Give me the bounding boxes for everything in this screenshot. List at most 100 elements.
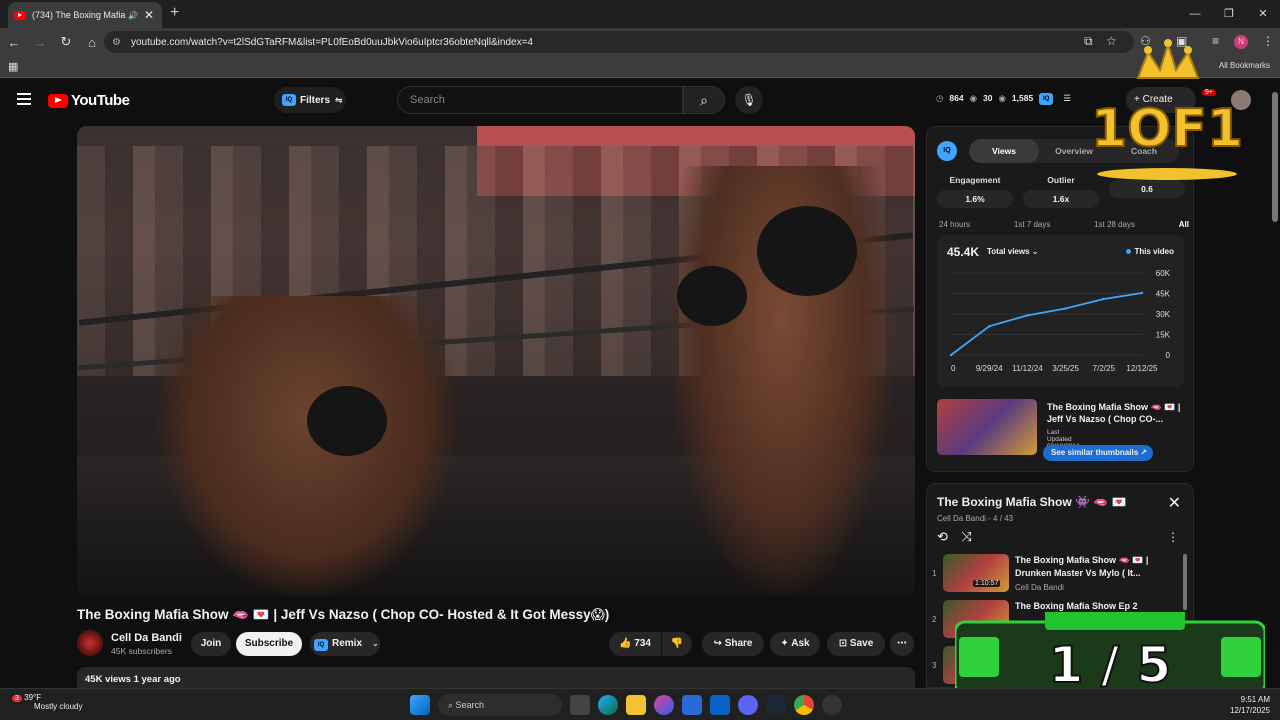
search-input[interactable]: Search (397, 86, 683, 114)
list-item[interactable]: 1 1:10:57 The Boxing Mafia Show 🫦 💌 | Dr… (927, 552, 1189, 598)
clock-time: 9:51 AM (1240, 695, 1270, 704)
channel-stats: ◷ 864 ◉ 30 ◉ 1,585 IQ ☰ (936, 93, 1071, 105)
taskbar-apps: ⌕ Search (410, 694, 842, 716)
x-tick-label: 3/25/25 (1052, 364, 1079, 373)
views-icon: ◉ (998, 93, 1006, 103)
item-title: The Boxing Mafia Show 🫦 💌 | Drunken Mast… (1015, 555, 1149, 578)
channel-name[interactable]: Cell Da Bandi (111, 632, 182, 644)
save-button[interactable]: ⊡ Save (827, 632, 885, 656)
range-24h[interactable]: 24 hours (939, 220, 970, 229)
join-button[interactable]: Join (191, 632, 231, 656)
bookmark-icon: ⊡ (838, 638, 848, 649)
back-icon[interactable]: ← (2, 35, 26, 50)
share-button[interactable]: ↪ Share (702, 632, 764, 656)
metric-value: 1.6% (937, 190, 1013, 208)
series-line (950, 292, 1143, 356)
reload-icon[interactable]: ↻ (54, 34, 78, 50)
apps-grid-icon[interactable]: ▦ (8, 60, 18, 73)
discord-icon[interactable] (738, 695, 758, 715)
item-number: 1 (932, 569, 937, 578)
forward-icon[interactable]: → (28, 35, 52, 50)
remix-button[interactable]: IQ Remix ⌄ (310, 632, 380, 656)
windows-start-icon[interactable] (410, 695, 430, 715)
playlist-title[interactable]: The Boxing Mafia Show 👾 🫦 💌 (937, 495, 1127, 509)
save-label: Save (849, 638, 874, 649)
similar-thumbnails-button[interactable]: See similar thumbnails ↗ (1043, 445, 1153, 461)
dislike-button[interactable]: 👎 (662, 632, 692, 656)
youtube-logo[interactable]: YouTube (48, 92, 130, 109)
remix-label: Remix (332, 638, 363, 649)
taskbar-search[interactable]: ⌕ Search (438, 694, 562, 716)
views-chart-card: 45.4K Total views ⌄ This video 0 15K 30K 45… (937, 235, 1184, 387)
thumbnail-image[interactable] (937, 399, 1037, 455)
shuffle-icon[interactable]: ⤨ (962, 529, 972, 544)
range-28d[interactable]: 1st 28 days (1094, 220, 1135, 229)
y-tick-label: 0 (1166, 351, 1171, 360)
stat-views: 1,585 (1011, 93, 1034, 103)
range-selector: 24 hours 1st 7 days 1st 28 days All (939, 220, 1189, 229)
views-line-chart: 0 15K 30K 45K 60K 0 9/29/24 11/12/24 3/25/25 7/2/… (949, 269, 1171, 373)
item-channel: Cell Da Bandi (1015, 583, 1064, 592)
more-actions-button[interactable]: ⋯ (890, 632, 914, 656)
metric-engagement: Engagement 1.6% (937, 175, 1013, 208)
iq-icon: IQ (282, 94, 296, 106)
series-point (1102, 297, 1105, 301)
channel-avatar[interactable] (77, 630, 103, 656)
tab-close-icon[interactable]: ✕ (142, 8, 156, 22)
list-icon[interactable]: ☰ (1063, 93, 1071, 105)
more-dots-icon[interactable]: ⋮ (1167, 530, 1179, 544)
outlook-icon[interactable] (710, 695, 730, 715)
clock-date: 12/17/2025 (1229, 706, 1270, 715)
task-view-icon[interactable] (570, 695, 590, 715)
close-window-icon[interactable]: ✕ (1246, 0, 1280, 28)
video-title: The Boxing Mafia Show 🫦 💌 | Jeff Vs Nazs… (77, 607, 610, 622)
search-button[interactable]: ⌕ (683, 86, 725, 114)
iq-logo-icon: IQ (937, 141, 957, 161)
subscribe-button[interactable]: Subscribe (236, 632, 302, 656)
restore-icon[interactable]: ❐ (1212, 0, 1246, 28)
item-number: 2 (932, 615, 937, 624)
filters-button[interactable]: IQ Filters ⇋ (274, 87, 346, 113)
store-icon[interactable] (682, 695, 702, 715)
tab-views[interactable]: Views (969, 139, 1039, 163)
like-button[interactable]: 👍 734 (609, 632, 661, 656)
obs-icon[interactable] (822, 695, 842, 715)
home-icon[interactable]: ⌂ (80, 35, 104, 50)
audio-icon[interactable]: 🔊 (128, 11, 138, 20)
range-all[interactable]: All (1179, 220, 1189, 229)
range-7d[interactable]: 1st 7 days (1014, 220, 1050, 229)
clock-icon: ◷ (936, 93, 944, 103)
crown-text: 1OF1 (1091, 99, 1243, 159)
window-controls: — ❐ ✕ (1178, 0, 1280, 28)
browser-tab[interactable]: (734) The Boxing Mafia Sho 🔊 ✕ (8, 2, 162, 28)
edge-icon[interactable] (598, 695, 618, 715)
menu-dots-icon[interactable]: ⋮ (1262, 34, 1274, 48)
youtube-wordmark: YouTube (71, 92, 130, 109)
metric-label: Engagement (949, 175, 1001, 185)
steam-icon[interactable] (766, 695, 786, 715)
chrome-icon[interactable] (794, 695, 814, 715)
site-info-icon[interactable]: ⚙ (112, 37, 121, 48)
youtube-favicon-icon (14, 10, 26, 20)
ask-button[interactable]: ✦ Ask (770, 632, 820, 656)
page-scrollbar[interactable] (1272, 92, 1278, 222)
voice-search-button[interactable]: 🎙 (735, 86, 763, 114)
file-explorer-icon[interactable] (626, 695, 646, 715)
share-label: Share (724, 638, 753, 649)
stat-likes: 864 (949, 93, 964, 103)
playlist-scrollbar[interactable] (1183, 554, 1187, 610)
minimize-icon[interactable]: — (1178, 0, 1212, 28)
system-clock[interactable]: 9:51 AM 12/17/2025 (1230, 694, 1270, 716)
masthead: YouTube IQ Filters ⇋ Search ⌕ 🎙 ◷ 864 ◉ … (0, 78, 1280, 122)
url-input[interactable]: ⚙ youtube.com/watch?v=t2lSdGTaRFM&list=P… (104, 31, 1134, 53)
copilot-icon[interactable] (654, 695, 674, 715)
loop-icon[interactable]: ⟲ (937, 529, 948, 544)
iq-badge-icon[interactable]: IQ (1039, 93, 1054, 105)
search-icon: ⌕ (700, 92, 708, 108)
weather-widget[interactable]: 3 39°F Mostly cloudy (12, 693, 82, 711)
menu-hamburger-icon[interactable] (17, 93, 31, 108)
video-player[interactable] (77, 126, 915, 597)
new-tab-icon[interactable]: + (170, 4, 179, 22)
close-icon[interactable]: ✕ (1168, 493, 1181, 513)
weather-desc: Mostly cloudy (34, 702, 83, 711)
